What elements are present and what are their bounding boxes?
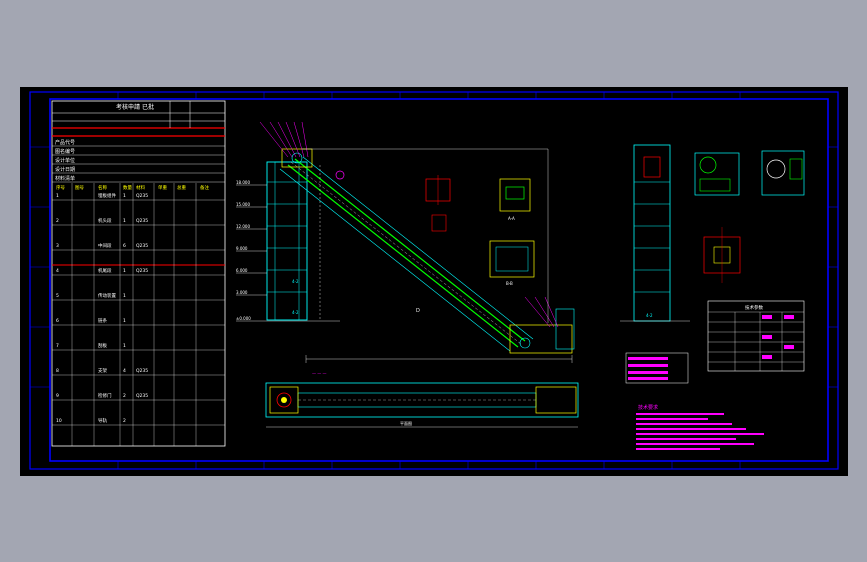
drawing-sheet: 考核申請 已批 产品代号 图名编号 设计单位 设计日期 材料清单 序号 图号 名… — [20, 87, 848, 476]
tower-base-label: 4-2 — [292, 310, 299, 315]
tower-label: 4-2 — [292, 279, 299, 284]
elev-1: 15.000 — [236, 202, 250, 207]
parts-col-5: 单重 — [158, 184, 167, 191]
parts-cell: 链条 — [98, 317, 107, 324]
parts-cell: 6 — [123, 243, 126, 249]
row-label-2: 设计单位 — [55, 157, 75, 164]
parts-cell: Q235 — [136, 368, 148, 374]
detail-label: D — [416, 308, 420, 314]
parts-cell: 机头段 — [98, 217, 112, 224]
legend-box — [625, 352, 689, 384]
parts-col-6: 总重 — [177, 184, 186, 191]
cad-viewport[interactable]: 考核申請 已批 产品代号 图名编号 设计单位 设计日期 材料清单 序号 图号 名… — [0, 0, 867, 562]
section-label-b: B-B — [506, 281, 513, 286]
elev-3: 9.000 — [236, 246, 248, 251]
parts-cell: 1 — [123, 293, 126, 299]
drive-details — [694, 150, 805, 283]
parts-cell: 6 — [56, 318, 59, 324]
incline-dimensions — [302, 148, 573, 363]
parts-cell: 9 — [56, 393, 59, 399]
technical-notes: 技术要求 — [636, 404, 764, 450]
parts-cell: Q235 — [136, 193, 148, 199]
parts-cell: 机尾段 — [98, 267, 112, 274]
parts-col-1: 图号 — [75, 185, 84, 191]
parts-cell: 1 — [123, 193, 126, 199]
parts-col-0: 序号 — [56, 184, 65, 191]
drawing-canvas: 考核申請 已批 产品代号 图名编号 设计单位 设计日期 材料清单 序号 图号 名… — [29, 91, 839, 470]
elev-5: 3.000 — [236, 290, 248, 295]
plan-label: 平面图 — [400, 420, 412, 426]
parts-col-3: 数量 — [123, 184, 132, 191]
parts-list: 1 埋板组件 1 Q235 2 机头段 1 Q235 3 中间段 6 Q235 4 机尾段 1 Q235 5 传动… — [56, 192, 148, 424]
parts-cell: Q235 — [136, 243, 148, 249]
parts-cell: 1 — [123, 343, 126, 349]
parts-cell: 传动装置 — [98, 292, 116, 299]
side-elevation: 4-2 — [620, 144, 690, 322]
plan-callout: — — — — [312, 371, 327, 376]
parts-cell: 1 — [56, 193, 59, 199]
plan-view: 平面图 — — — — [265, 371, 579, 428]
parts-cell: 3 — [56, 243, 59, 249]
section-label-a: A-A — [508, 216, 515, 221]
row-label-1: 图名编号 — [55, 148, 75, 155]
row-label-4: 材料清单 — [55, 175, 75, 182]
parts-cell: 4 — [123, 368, 126, 374]
parts-cell: Q235 — [136, 218, 148, 224]
parts-cell: 支架 — [98, 367, 107, 374]
elevation-marks: 18.000 15.000 12.000 9.000 6.000 3.000 ±… — [236, 180, 340, 322]
elev-0: 18.000 — [236, 180, 250, 185]
parts-cell: 刮板 — [98, 342, 107, 349]
parts-cell: 检修门 — [98, 392, 112, 399]
title-block: 考核申請 已批 产品代号 图名编号 设计单位 设计日期 材料清单 序号 图号 名… — [51, 100, 226, 447]
parts-cell: 2 — [123, 393, 126, 399]
elev-4: 6.000 — [236, 268, 248, 273]
parts-cell: 中间段 — [98, 242, 112, 249]
row-label-0: 产品代号 — [55, 139, 75, 146]
title-label-rows: 产品代号 图名编号 设计单位 设计日期 材料清单 — [55, 139, 75, 182]
notes-header: 技术要求 — [638, 404, 658, 411]
spec-table: 技术参数 — [707, 300, 805, 372]
title-heading: 考核申請 已批 — [116, 103, 154, 111]
parts-col-4: 材料 — [136, 184, 145, 191]
parts-cell: Q235 — [136, 268, 148, 274]
parts-cell: 导轨 — [98, 417, 107, 424]
row-label-3: 设计日期 — [55, 166, 75, 173]
parts-cell: 1 — [123, 218, 126, 224]
parts-cell: 10 — [56, 418, 62, 424]
parts-cell: 埋板组件 — [98, 192, 116, 199]
parts-cell: 2 — [56, 218, 59, 224]
spec-table-header: 技术参数 — [745, 304, 763, 311]
parts-cell: 4 — [56, 268, 59, 274]
parts-col-7: 备注 — [200, 184, 209, 191]
parts-col-2: 名称 — [98, 184, 107, 191]
parts-cell: 5 — [56, 293, 59, 299]
parts-cell: 8 — [56, 368, 59, 374]
parts-cell: 7 — [56, 343, 59, 349]
elev-2: 12.000 — [236, 224, 250, 229]
parts-header: 序号 图号 名称 数量 材料 单重 总重 备注 — [56, 184, 209, 191]
parts-cell: 1 — [123, 318, 126, 324]
elev-6: ±0.000 — [236, 316, 251, 321]
parts-cell: Q235 — [136, 393, 148, 399]
parts-cell: 2 — [123, 418, 126, 424]
side-label: 4-2 — [646, 313, 653, 318]
parts-cell: 1 — [123, 268, 126, 274]
